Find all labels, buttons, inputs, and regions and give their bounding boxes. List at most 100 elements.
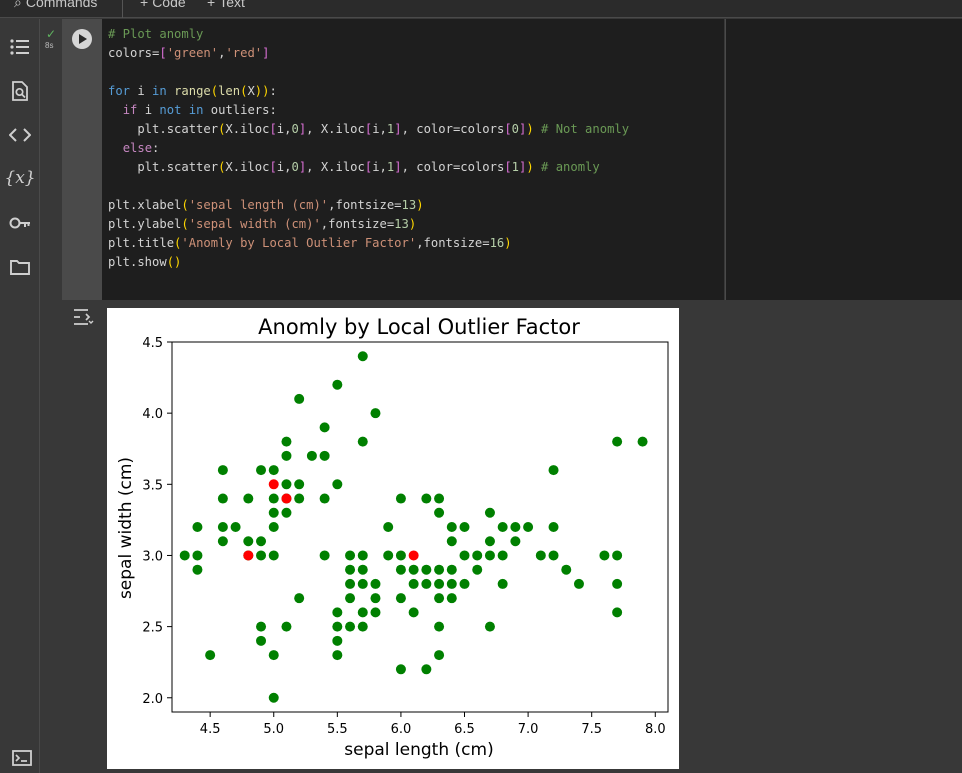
data-point-normal (612, 436, 623, 447)
files-folder-icon[interactable] (8, 255, 32, 279)
data-point-normal (281, 436, 292, 447)
add-text-button[interactable]: + Text (207, 0, 245, 10)
commands-label: Commands (25, 0, 98, 10)
y-tick-label: 4.5 (142, 336, 163, 351)
commands-button[interactable]: ⌕ Commands (14, 0, 97, 11)
data-point-normal (256, 635, 267, 646)
data-point-anomaly (408, 550, 419, 561)
chart-title: Anomly by Local Outlier Factor (258, 315, 580, 339)
data-point-normal (357, 564, 368, 575)
y-tick-label: 3.0 (142, 549, 163, 564)
data-point-normal (357, 578, 368, 589)
data-point-normal (370, 607, 381, 618)
data-point-normal (434, 593, 445, 604)
data-point-normal (446, 578, 457, 589)
data-point-normal (446, 564, 457, 575)
data-point-normal (357, 607, 368, 618)
data-point-normal (446, 536, 457, 547)
data-point-normal (497, 550, 508, 561)
y-tick-label: 2.5 (142, 621, 163, 636)
code-line: plt.title('Anomly by Local Outlier Facto… (108, 236, 512, 250)
data-point-normal (548, 465, 559, 476)
data-point-normal (332, 621, 343, 632)
data-point-normal (434, 621, 445, 632)
data-point-normal (230, 522, 241, 532)
data-point-normal (205, 650, 216, 661)
data-point-normal (548, 522, 559, 532)
data-point-normal (599, 550, 610, 561)
code-line: plt.scatter(X.iloc[i,0], X.iloc[i,1], co… (108, 160, 600, 174)
data-point-normal (421, 664, 432, 675)
data-point-normal (434, 578, 445, 589)
left-sidebar: {x} (0, 19, 40, 773)
data-point-normal (332, 650, 343, 661)
scatter-plot-figure: Anomly by Local Outlier Factor sepal len… (107, 308, 679, 769)
data-point-normal (459, 522, 470, 532)
data-point-normal (484, 550, 495, 561)
data-point-normal (345, 578, 356, 589)
code-line: colors=['green','red'] (108, 46, 270, 60)
data-point-normal (192, 522, 203, 532)
data-point-normal (294, 479, 305, 490)
y-tick-label: 3.5 (142, 478, 163, 493)
data-point-normal (370, 408, 381, 419)
data-point-normal (332, 379, 343, 390)
data-point-normal (383, 550, 394, 561)
code-line: for i in range(len(X)): (108, 84, 277, 98)
data-point-normal (421, 493, 432, 504)
data-point-normal (472, 564, 483, 575)
data-point-normal (548, 550, 559, 561)
data-point-normal (459, 550, 470, 561)
data-point-normal (268, 493, 279, 504)
data-point-normal (345, 564, 356, 575)
data-point-normal (484, 507, 495, 518)
cell-gutter (41, 19, 62, 773)
output-settings-icon[interactable] (72, 306, 94, 328)
data-point-normal (395, 664, 406, 675)
data-point-normal (459, 578, 470, 589)
code-snippets-icon[interactable] (8, 123, 32, 147)
data-point-normal (446, 522, 457, 532)
data-point-normal (484, 621, 495, 632)
plus-icon: + (140, 0, 149, 10)
code-text[interactable]: # Plot anomly colors=['green','red'] for … (108, 25, 629, 272)
data-point-normal (294, 393, 305, 404)
data-point-normal (421, 578, 432, 589)
scatter-chart: Anomly by Local Outlier Factor sepal len… (116, 315, 669, 760)
data-point-normal (370, 578, 381, 589)
data-point-normal (408, 564, 419, 575)
data-point-normal (345, 621, 356, 632)
x-tick-label: 5.0 (263, 722, 284, 737)
secrets-key-icon[interactable] (8, 211, 32, 235)
data-point-normal (217, 522, 228, 532)
toolbar-divider (122, 0, 123, 18)
data-point-normal (319, 450, 330, 461)
variables-icon[interactable]: {x} (4, 166, 35, 190)
code-editor-margin (725, 19, 962, 300)
find-replace-icon[interactable] (8, 79, 32, 103)
code-line: # Plot anomly (108, 27, 204, 41)
terminal-icon[interactable] (10, 746, 34, 770)
data-point-anomaly (281, 493, 292, 504)
data-point-normal (357, 351, 368, 362)
data-point-normal (243, 536, 254, 547)
data-point-normal (434, 507, 445, 518)
data-point-normal (395, 564, 406, 575)
run-cell-button[interactable] (72, 29, 92, 49)
x-tick-label: 8.0 (645, 722, 666, 737)
table-of-contents-icon[interactable] (8, 35, 32, 59)
code-line: plt.show() (108, 255, 182, 269)
add-code-button[interactable]: + Code (140, 0, 186, 10)
data-point-normal (357, 621, 368, 632)
data-point-normal (281, 621, 292, 632)
data-point-normal (561, 564, 572, 575)
data-point-normal (192, 550, 203, 561)
data-point-normal (256, 465, 267, 476)
data-point-normal (357, 550, 368, 561)
data-point-normal (612, 550, 623, 561)
data-point-normal (523, 522, 534, 532)
data-point-normal (256, 621, 267, 632)
x-tick-label: 4.5 (200, 722, 221, 737)
